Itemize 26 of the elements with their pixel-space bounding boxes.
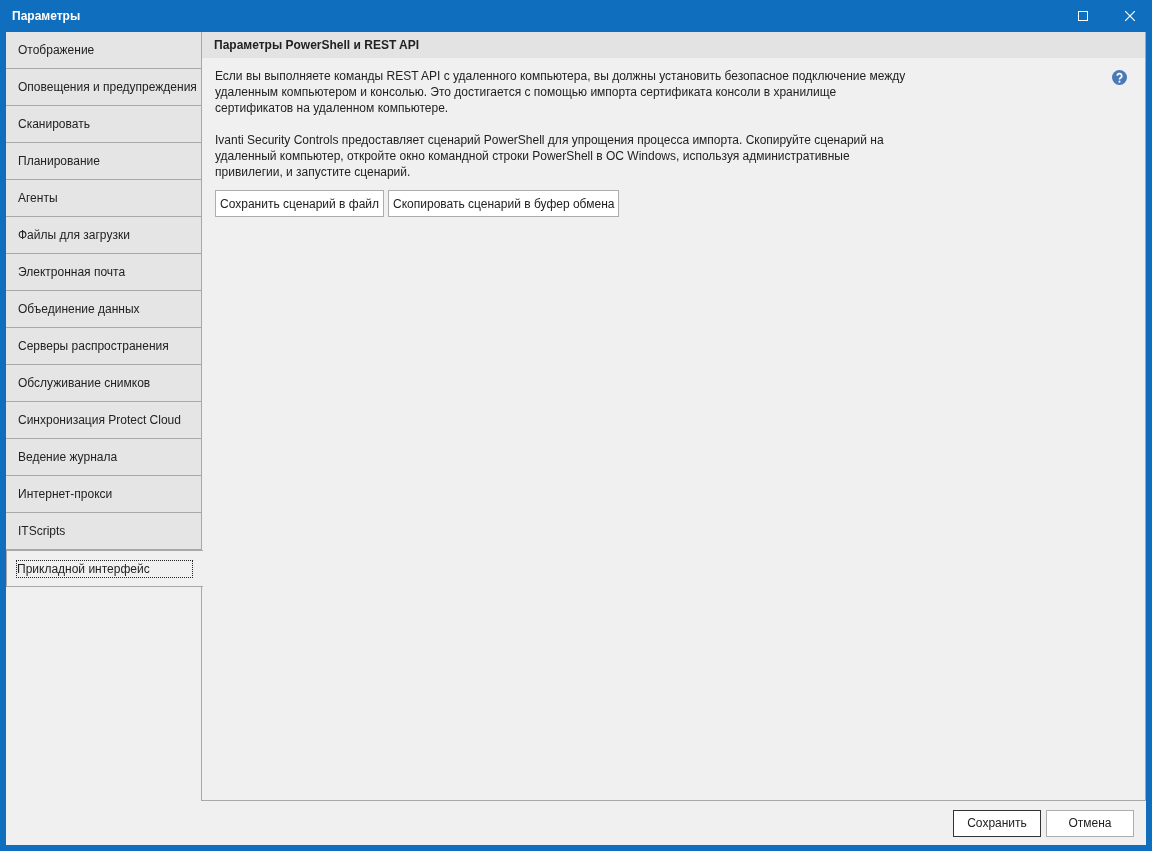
sidebar-tab[interactable]: ITScripts	[6, 513, 202, 550]
sidebar-tab[interactable]: Файлы для загрузки	[6, 217, 202, 254]
save-button[interactable]: Сохранить	[953, 809, 1041, 837]
sidebar-tab[interactable]: Серверы распространения	[6, 328, 202, 365]
maximize-icon[interactable]	[1078, 11, 1088, 21]
sidebar-tab[interactable]: Сканировать	[6, 106, 202, 143]
sidebar-tab[interactable]: Интернет-прокси	[6, 476, 202, 513]
description-text: Если вы выполняете команды REST API с удаленного компьютера, вы должны установить безопасное подключение между удаленным компьютером и консолью. Это достигается с помощью импорта сертификата консоли в хранилище сертификатов на удаленном компьютере.	[215, 68, 907, 116]
sidebar-tab[interactable]: Объединение данных	[6, 291, 202, 328]
help-icon[interactable]	[1112, 70, 1127, 85]
sidebar-tab[interactable]: Прикладной интерфейс	[6, 550, 203, 587]
sidebar-tab[interactable]: Синхронизация Protect Cloud	[6, 402, 202, 439]
script-button[interactable]: Сохранить сценарий в файл	[215, 190, 385, 217]
cancel-button[interactable]: Отмена	[1046, 809, 1134, 837]
close-icon[interactable]	[1125, 11, 1135, 21]
sidebar-tab[interactable]: Оповещения и предупреждения	[6, 69, 202, 106]
description-text: Ivanti Security Controls предоставляет сценарий PowerShell для упрощения процесса импорта. Скопируйте сценарий на удаленный компьютер, откройте окно командной строки PowerShell в ОС Windows, используя административные привилегии, и запустите сценарий.	[215, 132, 885, 180]
sidebar-tab[interactable]: Ведение журнала	[6, 439, 202, 476]
sidebar-tab[interactable]: Электронная почта	[6, 254, 202, 291]
section-title: Параметры PowerShell и REST API	[214, 38, 420, 52]
sidebar-tab[interactable]: Агенты	[6, 180, 202, 217]
sidebar-tab[interactable]: Планирование	[6, 143, 202, 180]
sidebar-tab[interactable]: Отображение	[6, 32, 202, 69]
window-title: Параметры	[11, 9, 81, 23]
script-button[interactable]: Скопировать сценарий в буфер обмена	[388, 190, 620, 217]
sidebar-tab[interactable]: Обслуживание снимков	[6, 365, 202, 402]
